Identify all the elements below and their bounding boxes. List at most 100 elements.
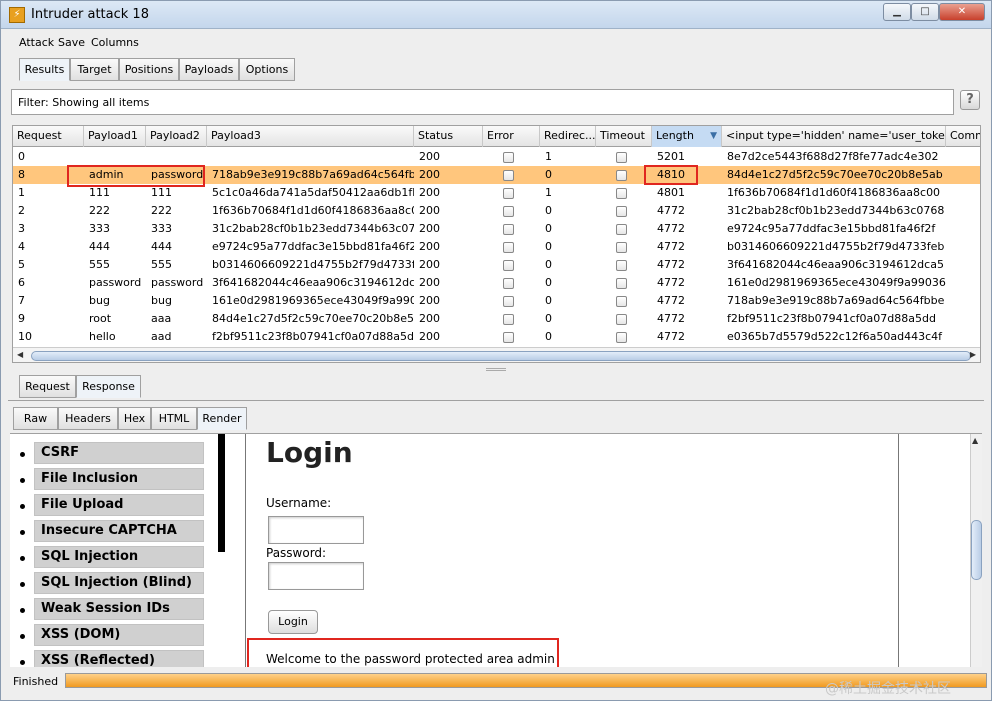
- table-row[interactable]: 6 password password 3f641682044c46eaa906c31…: [13, 274, 980, 292]
- menu-item[interactable]: XSS (DOM): [20, 624, 220, 648]
- tab-raw[interactable]: Raw: [13, 407, 58, 430]
- filter-bar[interactable]: Filter: Showing all items: [11, 89, 954, 115]
- login-button[interactable]: Login: [268, 610, 318, 634]
- cell-token: 31c2bab28cf0b1b23edd7344b63c0768: [727, 204, 945, 217]
- timeout-checkbox: [616, 242, 627, 253]
- cell-redirect: 0: [545, 258, 552, 271]
- tab-headers[interactable]: Headers: [58, 407, 118, 430]
- cell-request: 3: [18, 222, 25, 235]
- cell-request: 0: [18, 150, 25, 163]
- tab-request[interactable]: Request: [19, 375, 76, 398]
- cell-p3: 161e0d2981969365ece43049f9a99036: [212, 294, 414, 307]
- menu-item[interactable]: File Inclusion: [20, 468, 220, 492]
- column-header[interactable]: Payload3: [207, 126, 414, 147]
- welcome-message: Welcome to the password protected area a…: [266, 652, 555, 666]
- menu-item-label: XSS (Reflected): [34, 650, 204, 667]
- bullet-icon: [20, 504, 25, 509]
- table-row[interactable]: 0 200 1 5201 8e7d2ce5443f688d27f8fe77adc4e30…: [13, 148, 980, 166]
- content-divider: [245, 434, 246, 667]
- table-row[interactable]: 1 111 111 5c1c0a46da741a5daf50412aa6db1fb5 2…: [13, 184, 980, 202]
- password-label: Password:: [266, 546, 327, 560]
- table-row[interactable]: 9 root aaa 84d4e1c27d5f2c59c70ee70c20b8e5ab…: [13, 310, 980, 328]
- vertical-scroll-thumb[interactable]: [971, 520, 982, 580]
- menu-scrollbar[interactable]: [218, 434, 225, 552]
- menu-columns[interactable]: Columns: [91, 36, 139, 49]
- tab-hex[interactable]: Hex: [118, 407, 151, 430]
- filter-text: Filter: Showing all items: [18, 96, 150, 109]
- cell-token: 8e7d2ce5443f688d27f8fe77adc4e302: [727, 150, 939, 163]
- bullet-icon: [20, 478, 25, 483]
- password-input[interactable]: [268, 562, 364, 590]
- cell-p1: 111: [89, 186, 110, 199]
- column-header[interactable]: Redirec...: [540, 126, 596, 147]
- table-row[interactable]: 4 444 444 e9724c95a77ddfac3e15bbd81fa46f2f 2…: [13, 238, 980, 256]
- table-row[interactable]: 3 333 333 31c2bab28cf0b1b23edd7344b63c0768 2…: [13, 220, 980, 238]
- column-header[interactable]: Status: [414, 126, 483, 147]
- menu-save[interactable]: Save: [58, 36, 85, 49]
- menu-item[interactable]: CSRF: [20, 442, 220, 466]
- column-header[interactable]: Comme: [946, 126, 980, 147]
- column-header[interactable]: Payload2: [146, 126, 207, 147]
- timeout-checkbox: [616, 152, 627, 163]
- username-input[interactable]: [268, 516, 364, 544]
- maximize-button[interactable]: □: [911, 3, 939, 21]
- cell-p3: 31c2bab28cf0b1b23edd7344b63c0768: [212, 222, 414, 235]
- close-button[interactable]: ✕: [939, 3, 985, 21]
- cell-p1: password: [89, 276, 142, 289]
- menu-item[interactable]: Insecure CAPTCHA: [20, 520, 220, 544]
- cell-request: 1: [18, 186, 25, 199]
- menu-item-label: SQL Injection (Blind): [34, 572, 204, 594]
- menu-item[interactable]: SQL Injection: [20, 546, 220, 570]
- tab-results[interactable]: Results: [19, 58, 70, 81]
- timeout-checkbox: [616, 170, 627, 181]
- table-row[interactable]: 5 555 555 b0314606609221d4755b2f79d4733feb 2…: [13, 256, 980, 274]
- menu-attack[interactable]: Attack: [19, 36, 54, 49]
- table-row[interactable]: 10 hello aad f2bf9511c23f8b07941cf0a07d88a5…: [13, 328, 980, 346]
- column-header[interactable]: Error: [483, 126, 540, 147]
- cell-token: 1f636b70684f1d1d60f4186836aa8c00: [727, 186, 941, 199]
- cell-request: 5: [18, 258, 25, 271]
- tab-options[interactable]: Options: [239, 58, 295, 81]
- column-header[interactable]: Request: [13, 126, 84, 147]
- timeout-checkbox: [616, 278, 627, 289]
- help-icon[interactable]: ?: [960, 90, 980, 110]
- scroll-up-icon[interactable]: ▲: [972, 436, 978, 445]
- column-header[interactable]: <input type='hidden' name='user_token' v…: [722, 126, 946, 147]
- scroll-left-icon[interactable]: ◀: [17, 350, 23, 359]
- vertical-scrollbar[interactable]: ▲: [970, 434, 982, 667]
- cell-p3: e9724c95a77ddfac3e15bbd81fa46f2f: [212, 240, 414, 253]
- menu-item[interactable]: Weak Session IDs: [20, 598, 220, 622]
- column-header[interactable]: Payload1: [84, 126, 146, 147]
- cell-redirect: 0: [545, 276, 552, 289]
- pane-splitter[interactable]: [486, 368, 506, 371]
- menu-bar: Attack Save Columns: [1, 31, 991, 53]
- menu-item[interactable]: File Upload: [20, 494, 220, 518]
- horizontal-scroll-thumb[interactable]: [31, 351, 971, 361]
- column-header[interactable]: Timeout: [596, 126, 652, 147]
- horizontal-scrollbar[interactable]: ◀ ▶: [13, 347, 980, 362]
- menu-item-label: File Inclusion: [34, 468, 204, 490]
- menu-item-label: Weak Session IDs: [34, 598, 204, 620]
- menu-item[interactable]: SQL Injection (Blind): [20, 572, 220, 596]
- table-row[interactable]: 7 bug bug 161e0d2981969365ece43049f9a99036 2…: [13, 292, 980, 310]
- tab-render[interactable]: Render: [197, 407, 247, 430]
- burp-app-icon: ⚡: [9, 7, 25, 23]
- tab-html[interactable]: HTML: [151, 407, 197, 430]
- table-row[interactable]: 8 admin password 718ab9e3e919c88b7a69ad64c5…: [13, 166, 980, 184]
- minimize-button[interactable]: ▁: [883, 3, 911, 21]
- cell-token: 718ab9e3e919c88b7a69ad64c564fbbe: [727, 294, 945, 307]
- tab-positions[interactable]: Positions: [119, 58, 179, 81]
- error-checkbox: [503, 224, 514, 235]
- cell-request: 8: [18, 168, 25, 181]
- cell-p2: password: [151, 276, 204, 289]
- cell-status: 200: [419, 312, 440, 325]
- scroll-right-icon[interactable]: ▶: [970, 350, 976, 359]
- column-header-length[interactable]: Length ▼: [652, 126, 722, 147]
- tab-response[interactable]: Response: [76, 375, 141, 398]
- cell-p1: 333: [89, 222, 110, 235]
- table-row[interactable]: 2 222 222 1f636b70684f1d1d60f4186836aa8c00 2…: [13, 202, 980, 220]
- menu-item[interactable]: XSS (Reflected): [20, 650, 220, 667]
- tab-payloads[interactable]: Payloads: [179, 58, 239, 81]
- tab-target[interactable]: Target: [70, 58, 119, 81]
- cell-redirect: 0: [545, 168, 552, 181]
